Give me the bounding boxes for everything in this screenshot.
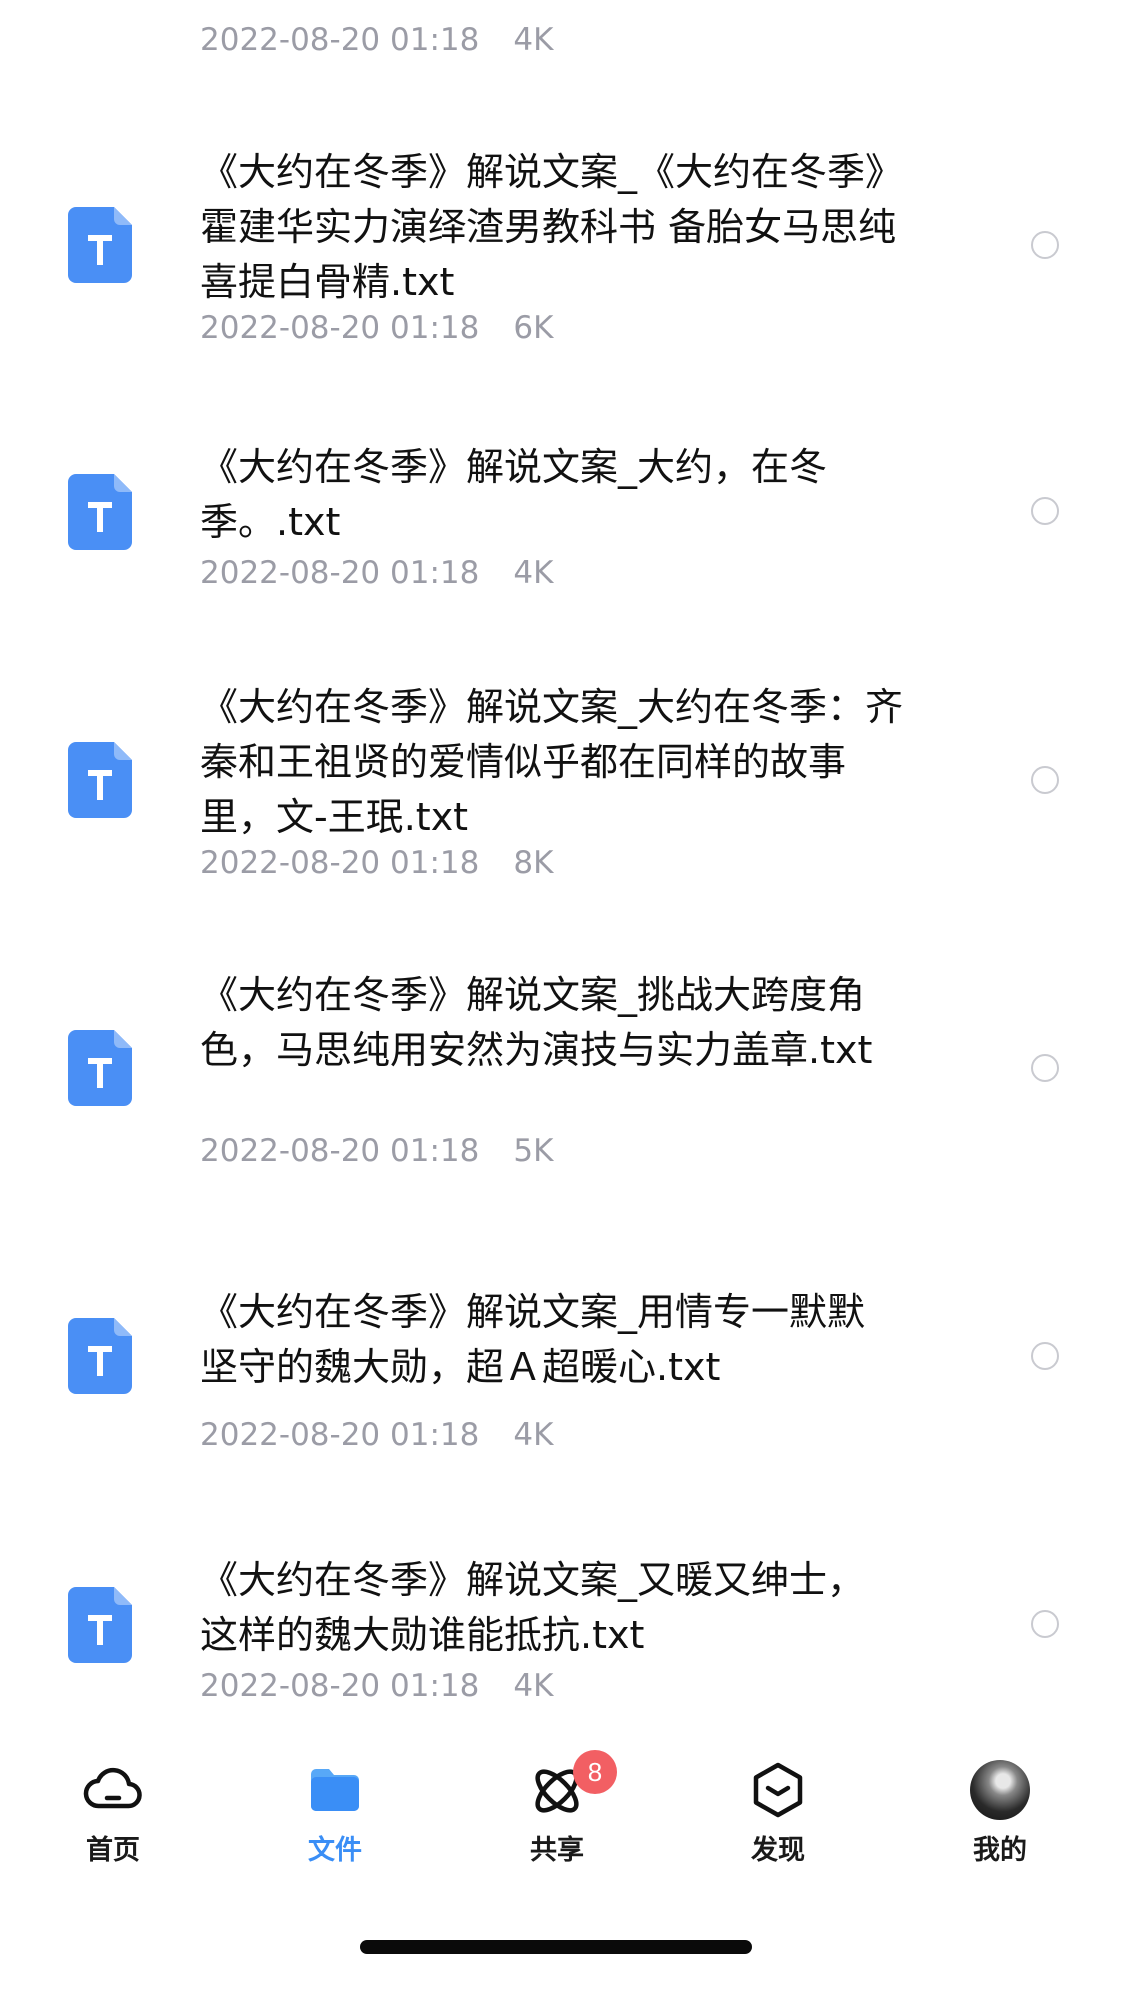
select-radio[interactable] (1031, 1342, 1059, 1370)
list-item-partial[interactable]: 2022-08-20 01:18 4K (0, 0, 1126, 60)
tab-home[interactable]: 首页 (43, 1760, 183, 1870)
tab-files[interactable]: 文件 (265, 1760, 405, 1870)
file-date: 2022-08-20 01:18 (200, 1133, 480, 1169)
txt-file-icon (68, 1030, 132, 1106)
file-date: 2022-08-20 01:18 (200, 22, 480, 58)
file-size: 8K (513, 845, 554, 881)
txt-file-icon (68, 1587, 132, 1663)
avatar (970, 1760, 1030, 1820)
list-item[interactable]: 《大约在冬季》解说文案_《大约在冬季》霍建华实力演绎渣男教科书 备胎女马思纯喜提… (0, 145, 1126, 355)
select-radio[interactable] (1031, 1054, 1059, 1082)
list-item[interactable]: 《大约在冬季》解说文案_又暖又绅士，这样的魏大勋谁能抵抗.txt 2022-08… (0, 1553, 1126, 1713)
notification-badge: 8 (573, 1750, 617, 1794)
tab-label: 发现 (751, 1835, 805, 1866)
file-meta: 2022-08-20 01:18 6K (200, 308, 553, 348)
file-size: 5K (513, 1133, 554, 1169)
tab-label: 首页 (86, 1835, 140, 1866)
file-title[interactable]: 《大约在冬季》解说文案_又暖又绅士，这样的魏大勋谁能抵抗.txt (200, 1553, 900, 1663)
tab-discover[interactable]: 发现 (708, 1760, 848, 1870)
select-radio[interactable] (1031, 766, 1059, 794)
list-item[interactable]: 《大约在冬季》解说文案_大约，在冬季。.txt 2022-08-20 01:18… (0, 440, 1126, 600)
file-meta: 2022-08-20 01:18 8K (200, 843, 553, 883)
file-date: 2022-08-20 01:18 (200, 1417, 480, 1453)
file-meta: 2022-08-20 01:18 5K (200, 1131, 553, 1171)
file-date: 2022-08-20 01:18 (200, 1668, 480, 1704)
list-item[interactable]: 《大约在冬季》解说文案_用情专一默默坚守的魏大勋，超Ａ超暖心.txt 2022-… (0, 1285, 1126, 1465)
file-size: 4K (513, 22, 554, 58)
select-radio[interactable] (1031, 1610, 1059, 1638)
list-item[interactable]: 《大约在冬季》解说文案_挑战大跨度角色，马思纯用安然为演技与实力盖章.txt 2… (0, 968, 1126, 1178)
discover-icon (748, 1760, 808, 1820)
file-size: 4K (513, 555, 554, 591)
txt-file-icon (68, 474, 132, 550)
file-meta: 2022-08-20 01:18 4K (200, 1415, 553, 1455)
tab-label: 文件 (308, 1835, 362, 1866)
file-title[interactable]: 《大约在冬季》解说文案_《大约在冬季》霍建华实力演绎渣男教科书 备胎女马思纯喜提… (200, 145, 920, 310)
home-indicator (360, 1940, 752, 1954)
folder-icon (305, 1760, 365, 1820)
file-date: 2022-08-20 01:18 (200, 845, 480, 881)
file-title[interactable]: 《大约在冬季》解说文案_挑战大跨度角色，马思纯用安然为演技与实力盖章.txt (200, 968, 920, 1078)
file-size: 6K (513, 310, 554, 346)
tab-share[interactable]: 8 共享 (487, 1750, 627, 1870)
file-date: 2022-08-20 01:18 (200, 555, 480, 591)
file-date: 2022-08-20 01:18 (200, 310, 480, 346)
txt-file-icon (68, 742, 132, 818)
tab-me[interactable]: 我的 (930, 1760, 1070, 1870)
file-title[interactable]: 《大约在冬季》解说文案_用情专一默默坚守的魏大勋，超Ａ超暖心.txt (200, 1285, 900, 1395)
cloud-icon (83, 1760, 143, 1820)
file-title[interactable]: 《大约在冬季》解说文案_大约，在冬季。.txt (200, 440, 900, 550)
list-item[interactable]: 《大约在冬季》解说文案_大约在冬季：齐秦和王祖贤的爱情似乎都在同样的故事里，文-… (0, 680, 1126, 890)
select-radio[interactable] (1031, 231, 1059, 259)
select-radio[interactable] (1031, 497, 1059, 525)
bottom-tab-bar: 首页 文件 8 共享 发现 我的 (0, 1730, 1126, 1880)
file-meta: 2022-08-20 01:18 4K (200, 20, 553, 60)
file-size: 4K (513, 1417, 554, 1453)
file-size: 4K (513, 1668, 554, 1704)
file-title[interactable]: 《大约在冬季》解说文案_大约在冬季：齐秦和王祖贤的爱情似乎都在同样的故事里，文-… (200, 680, 920, 845)
txt-file-icon (68, 207, 132, 283)
file-meta: 2022-08-20 01:18 4K (200, 553, 553, 593)
tab-label: 共享 (530, 1835, 584, 1866)
txt-file-icon (68, 1318, 132, 1394)
tab-label: 我的 (973, 1835, 1027, 1866)
file-meta: 2022-08-20 01:18 4K (200, 1666, 553, 1706)
